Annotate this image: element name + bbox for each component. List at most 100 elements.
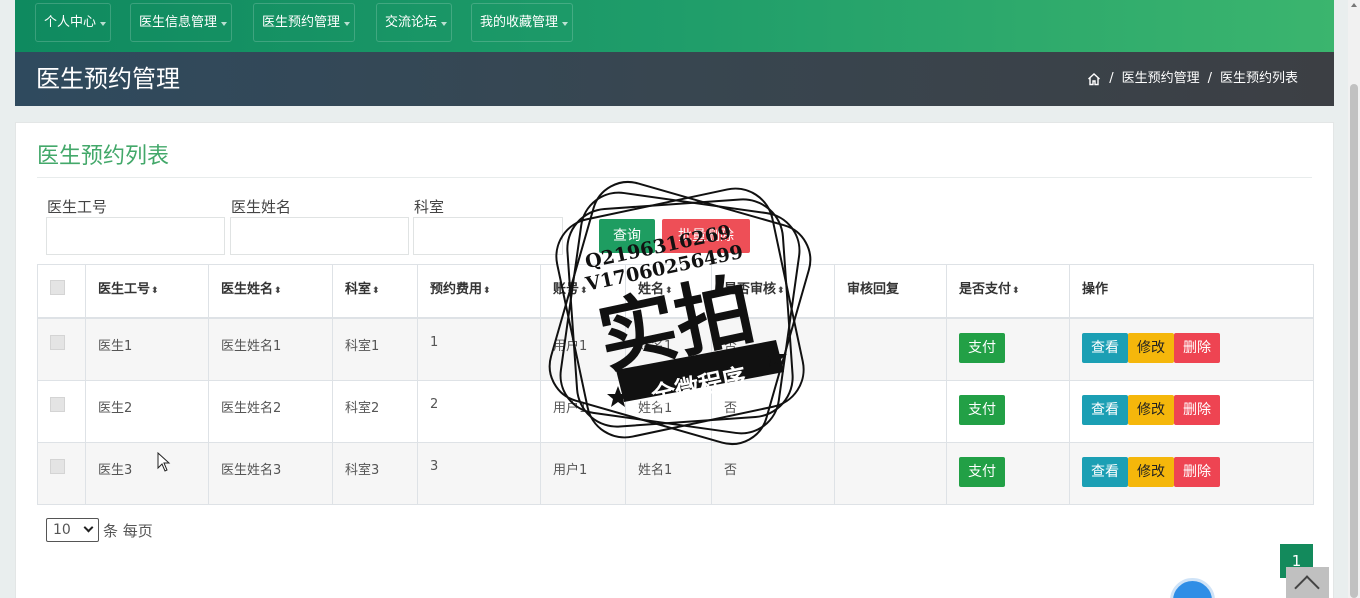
cell-doctor-name: 医生姓名1 [208, 317, 333, 381]
sort-icon[interactable]: ⬍ [1012, 286, 1020, 296]
per-page-label: 条 每页 [103, 521, 153, 540]
row-checkbox[interactable] [50, 396, 65, 412]
cell-paid: 支付 [946, 441, 1070, 505]
column-header-doctor-name[interactable]: 医生姓名⬍ [208, 264, 333, 319]
mouse-cursor-icon [157, 452, 171, 472]
column-header-actions: 操作 [1069, 264, 1314, 319]
column-header-paid[interactable]: 是否支付⬍ [946, 264, 1070, 319]
column-header-doctor-id[interactable]: 医生工号⬍ [85, 264, 209, 319]
column-header-label: 医生姓名 [221, 282, 274, 297]
row-checkbox[interactable] [50, 335, 65, 350]
cell-review-reply [834, 317, 947, 381]
view-button[interactable]: 查看 [1082, 333, 1128, 363]
nav-item-label: 我的收藏管理 [480, 15, 559, 30]
nav-item-personal-center[interactable]: 个人中心 [35, 3, 112, 42]
nav-item-doctor-appointment[interactable]: 医生预约管理 [253, 3, 356, 42]
cell-review-reply [834, 441, 947, 505]
chevron-down-icon [83, 522, 94, 533]
sort-icon[interactable]: ⬍ [274, 286, 282, 296]
cell-doctor-id: 医生2 [85, 379, 209, 443]
select-all-checkbox[interactable] [50, 280, 65, 295]
scrollbar-thumb[interactable] [1350, 84, 1358, 598]
column-header-label: 医生工号 [98, 282, 151, 297]
edit-button[interactable]: 修改 [1128, 394, 1174, 425]
cell-actions: 查看 修改 删除 [1069, 379, 1314, 443]
cell-actions: 查看 修改 删除 [1069, 441, 1314, 505]
nav-item-doctor-info[interactable]: 医生信息管理 [130, 3, 233, 42]
cell-fee: 1 [417, 317, 541, 381]
page-size-value: 10 [53, 522, 71, 538]
cell-department: 科室1 [332, 317, 418, 381]
row-select-cell [37, 441, 86, 505]
breadcrumb-separator: / [1207, 71, 1212, 86]
nav-item-label: 医生预约管理 [262, 15, 341, 30]
caret-down-icon [562, 22, 569, 26]
cell-doctor-id: 医生1 [85, 317, 209, 381]
cell-paid: 支付 [946, 317, 1070, 381]
scroll-up-arrow-icon[interactable] [1351, 3, 1357, 7]
select-all-header [37, 264, 86, 319]
pay-button[interactable]: 支付 [959, 333, 1005, 363]
caret-down-icon [441, 22, 448, 26]
column-header-fee[interactable]: 预约费用⬍ [417, 264, 541, 319]
column-header-review-reply: 审核回复 [834, 264, 947, 319]
column-header-label: 科室 [345, 282, 372, 297]
home-icon[interactable] [1087, 72, 1101, 86]
caret-down-icon [100, 22, 107, 26]
row-select-cell [37, 317, 86, 381]
edit-button[interactable]: 修改 [1128, 456, 1174, 487]
pay-button[interactable]: 支付 [959, 456, 1005, 487]
column-header-label: 是否支付 [959, 282, 1012, 297]
column-header-label: 审核回复 [847, 282, 900, 297]
breadcrumb-item-appointment-list: 医生预约列表 [1219, 71, 1298, 86]
sort-icon[interactable]: ⬍ [483, 286, 491, 296]
cell-doctor-id: 医生3 [85, 441, 209, 505]
nav-item-forum[interactable]: 交流论坛 [376, 3, 453, 42]
cell-review-reply [834, 379, 947, 443]
breadcrumb-item-appointment-management[interactable]: 医生预约管理 [1122, 70, 1200, 88]
nav-item-label: 个人中心 [44, 15, 97, 30]
watermark-stamp: Q2196316269 V17060256499 实拍 全微程序 [548, 181, 812, 445]
row-checkbox[interactable] [50, 458, 65, 474]
edit-button[interactable]: 修改 [1128, 333, 1174, 363]
sort-icon[interactable]: ⬍ [151, 286, 159, 296]
nav-item-label: 交流论坛 [385, 15, 438, 30]
caret-down-icon [344, 22, 351, 26]
filter-label-doctor-name: 医生姓名 [231, 198, 292, 216]
breadcrumb: / 医生预约管理 / 医生预约列表 [1087, 70, 1298, 88]
filter-label-doctor-id: 医生工号 [47, 198, 108, 216]
view-button[interactable]: 查看 [1082, 456, 1128, 487]
delete-button[interactable]: 删除 [1174, 456, 1220, 487]
column-header-department[interactable]: 科室⬍ [332, 264, 418, 319]
sort-icon[interactable]: ⬍ [372, 286, 380, 296]
cell-department: 科室3 [332, 441, 418, 505]
column-header-label: 预约费用 [430, 282, 483, 297]
cell-fee: 2 [417, 379, 541, 443]
caret-down-icon [221, 22, 228, 26]
nav-item-label: 医生信息管理 [139, 15, 218, 30]
nav-item-favorites[interactable]: 我的收藏管理 [471, 3, 574, 42]
page-header: 医生预约管理 / 医生预约管理 / 医生预约列表 [15, 52, 1334, 106]
pay-button[interactable]: 支付 [959, 394, 1005, 425]
column-header-label: 操作 [1082, 282, 1109, 297]
view-button[interactable]: 查看 [1082, 394, 1128, 425]
cell-doctor-name: 医生姓名2 [208, 379, 333, 443]
doctor-id-input[interactable] [46, 217, 225, 255]
filter-label-department: 科室 [414, 198, 445, 216]
doctor-name-input[interactable] [230, 217, 409, 255]
card-title: 医生预约列表 [37, 144, 170, 169]
cell-fee: 3 [417, 441, 541, 505]
row-select-cell [37, 379, 86, 443]
scroll-to-top-button[interactable] [1286, 567, 1329, 598]
breadcrumb-separator: / [1109, 71, 1114, 86]
top-navigation: 个人中心 医生信息管理 医生预约管理 交流论坛 我的收藏管理 [15, 0, 1334, 52]
cell-paid: 支付 [946, 379, 1070, 443]
delete-button[interactable]: 删除 [1174, 333, 1220, 363]
page-size-select[interactable]: 10 [46, 518, 99, 542]
cell-department: 科室2 [332, 379, 418, 443]
page-title: 医生预约管理 [36, 65, 180, 93]
cell-actions: 查看 修改 删除 [1069, 317, 1314, 381]
page-scrollbar[interactable] [1348, 0, 1360, 598]
page-size-control: 10 条 每页 [46, 518, 153, 542]
delete-button[interactable]: 删除 [1174, 394, 1220, 425]
